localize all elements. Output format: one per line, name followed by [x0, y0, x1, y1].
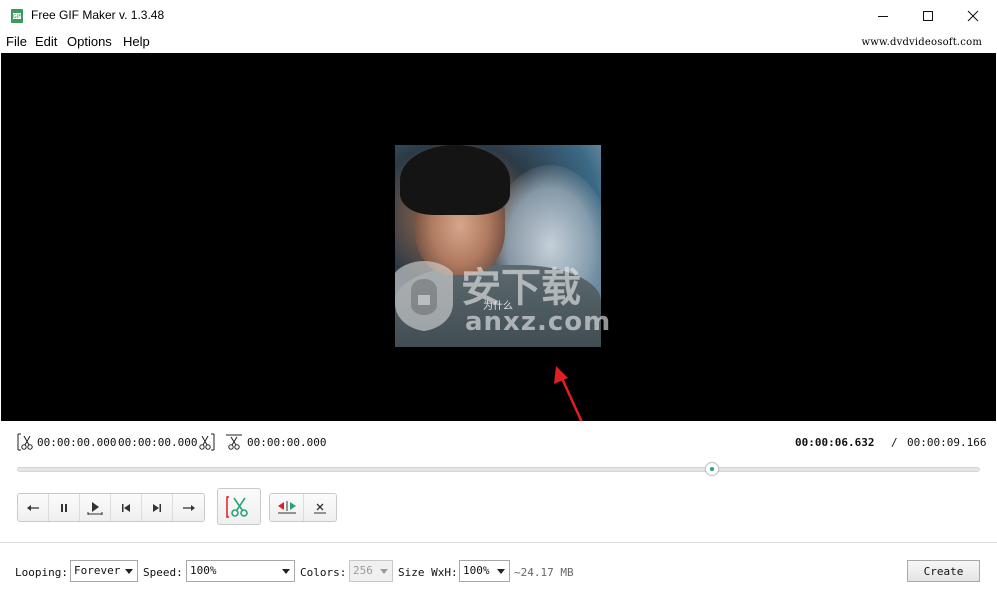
menu-options[interactable]: Options	[67, 34, 112, 49]
looping-select[interactable]: Forever	[70, 560, 138, 582]
total-time: 00:00:09.166	[907, 436, 987, 449]
set-marker-button[interactable]	[270, 494, 304, 521]
looping-value: Forever	[74, 564, 121, 577]
timeline-slider-thumb[interactable]	[705, 462, 720, 476]
menu-file[interactable]: File	[6, 34, 27, 49]
chevron-down-icon	[497, 569, 505, 574]
go-start-icon	[122, 503, 130, 512]
colors-select: 256	[349, 560, 393, 582]
close-button[interactable]	[950, 0, 996, 31]
settings-bar: Looping: Forever Speed: 100% Colors: 256…	[0, 542, 997, 597]
go-end-icon	[153, 503, 161, 512]
cut-end-time[interactable]: 00:00:00.000	[118, 436, 197, 449]
step-back-button[interactable]	[18, 494, 49, 521]
maximize-icon	[923, 10, 933, 21]
speed-label: Speed:	[143, 566, 183, 579]
menu-bar: File Edit Options Help www.dvdvideosoft.…	[0, 31, 997, 52]
video-preview: 为什么	[1, 53, 996, 421]
clear-marker-icon	[314, 503, 326, 513]
size-select[interactable]: 100%	[459, 560, 510, 582]
current-time: 00:00:06.632	[795, 436, 875, 449]
speed-select[interactable]: 100%	[186, 560, 295, 582]
marker-controls	[269, 493, 337, 522]
website-link[interactable]: www.dvdvideosoft.com	[862, 37, 982, 48]
step-forward-button[interactable]	[173, 494, 204, 521]
shield-icon	[395, 261, 453, 331]
looping-label: Looping:	[15, 566, 68, 579]
cut-start-icon[interactable]	[16, 433, 34, 451]
minimize-icon	[878, 15, 888, 17]
app-icon: GIF	[11, 9, 23, 23]
window-title: Free GIF Maker v. 1.3.48	[31, 8, 165, 22]
cut-start-time[interactable]: 00:00:00.000	[37, 436, 116, 449]
cut-end-icon[interactable]	[198, 433, 216, 451]
size-value: 100%	[463, 564, 490, 577]
cut-scissors-icon	[226, 495, 248, 518]
chevron-down-icon	[380, 569, 388, 574]
size-label: Size WxH:	[398, 566, 458, 579]
svg-text:GIF: GIF	[13, 14, 21, 20]
clear-marker-button[interactable]	[304, 494, 336, 521]
timeline-slider[interactable]	[17, 467, 980, 472]
chevron-down-icon	[282, 569, 290, 574]
go-start-button[interactable]	[111, 494, 142, 521]
time-separator: /	[891, 436, 898, 449]
watermark-cn-text: 安下载	[461, 265, 581, 311]
watermark-en-text: anxz.com	[465, 307, 612, 337]
menu-edit[interactable]: Edit	[35, 34, 57, 49]
maximize-button[interactable]	[905, 0, 951, 31]
timeline-controls: 00:00:00.000 00:00:00.000 00:00:00.000 0…	[0, 421, 997, 542]
size-estimate: ~24.17 MB	[514, 566, 574, 579]
playback-controls	[17, 493, 205, 522]
title-bar: GIF Free GIF Maker v. 1.3.48	[0, 0, 997, 31]
cut-button[interactable]	[217, 488, 261, 525]
chevron-down-icon	[125, 569, 133, 574]
watermark: 安下载 anxz.com	[389, 255, 610, 337]
play-selection-button[interactable]	[80, 494, 111, 521]
speed-value: 100%	[190, 564, 217, 577]
pause-button[interactable]	[49, 494, 80, 521]
close-icon	[967, 10, 979, 21]
colors-label: Colors:	[300, 566, 347, 579]
create-button[interactable]: Create	[907, 560, 980, 582]
pause-icon	[61, 503, 67, 512]
colors-value: 256	[353, 564, 373, 577]
cut-duration-icon	[226, 434, 242, 450]
play-selection-icon	[87, 501, 103, 515]
set-marker-icon	[277, 500, 296, 513]
minimize-button[interactable]	[860, 0, 906, 31]
cut-duration-time: 00:00:00.000	[247, 436, 327, 449]
step-back-icon	[27, 504, 39, 511]
menu-help[interactable]: Help	[123, 34, 150, 49]
step-forward-icon	[182, 504, 195, 511]
go-end-button[interactable]	[142, 494, 173, 521]
